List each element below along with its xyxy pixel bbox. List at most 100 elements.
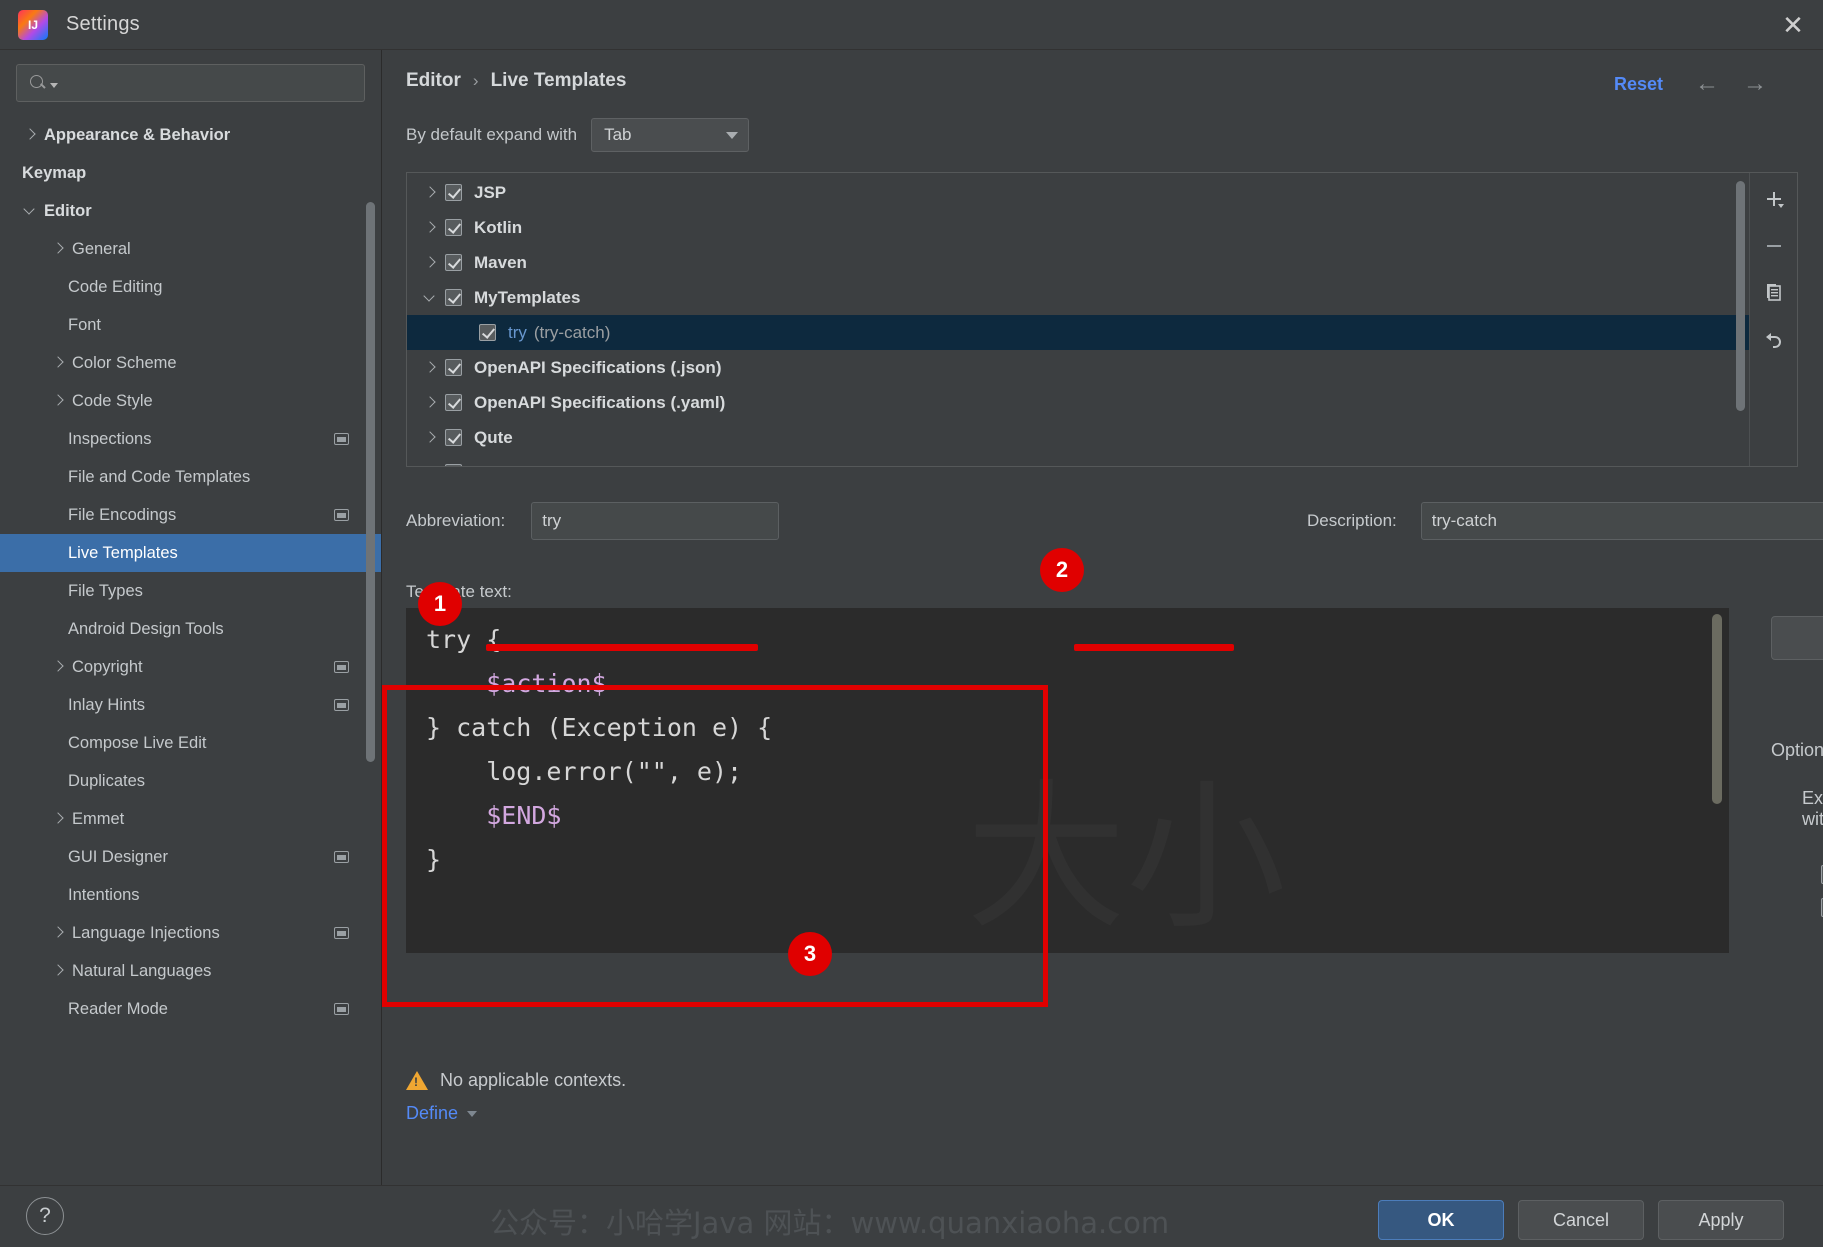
sidebar-item-file-encodings[interactable]: File Encodings [0,496,381,534]
cancel-button[interactable]: Cancel [1518,1200,1644,1240]
template-group-checkbox[interactable] [445,219,462,236]
ok-button[interactable]: OK [1378,1200,1504,1240]
sidebar-item-duplicates[interactable]: Duplicates [0,762,381,800]
settings-tree: Appearance & Behavior Keymap Editor General… [0,112,381,1028]
search-input[interactable] [58,74,364,92]
template-list-row[interactable]: Maven [407,245,1749,280]
template-list-toolbar [1749,173,1797,466]
template-group-checkbox[interactable] [445,359,462,376]
sidebar-item-emmet[interactable]: Emmet [0,800,381,838]
breadcrumb-parent[interactable]: Editor [406,70,461,92]
edit-variables-button[interactable]: Edit Variables... [1771,616,1823,660]
sidebar-item-label: File and Code Templates [68,467,251,486]
template-list-scrollbar-thumb[interactable] [1736,181,1745,411]
expand-with-row: Expand with Default (Tab) [1802,788,1823,830]
sidebar-item-label: Live Templates [68,543,178,562]
sidebar-item-font[interactable]: Font [0,306,381,344]
chevron-right-icon[interactable] [50,354,68,372]
chevron-right-icon[interactable] [50,392,68,410]
template-list-row[interactable]: React [407,455,1749,466]
duplicate-icon[interactable] [1759,277,1789,307]
reset-link[interactable]: Reset [1614,74,1663,95]
sidebar-item-android-design-tools[interactable]: Android Design Tools [0,610,381,648]
search-dropdown-caret-icon[interactable] [50,82,58,88]
default-expand-select[interactable]: Tab [591,118,750,152]
template-group-checkbox[interactable] [445,184,462,201]
chevron-right-icon[interactable] [50,658,68,676]
sidebar-item-language-injections[interactable]: Language Injections [0,914,381,952]
sidebar-item-appearance-behavior[interactable]: Appearance & Behavior [0,116,381,154]
template-group-checkbox[interactable] [479,324,496,341]
chevron-down-icon [726,131,739,139]
project-scope-icon [334,1003,349,1015]
chevron-right-icon[interactable] [421,358,441,378]
abbreviation-input[interactable] [531,502,780,540]
arrow-left-icon[interactable]: ← [1695,72,1719,96]
template-group-checkbox[interactable] [445,289,462,306]
chevron-down-icon[interactable] [22,202,40,220]
chevron-right-icon[interactable] [421,183,441,203]
define-link[interactable]: Define [406,1103,478,1124]
sidebar-item-code-editing[interactable]: Code Editing [0,268,381,306]
chevron-right-icon[interactable] [421,253,441,273]
apply-button[interactable]: Apply [1658,1200,1784,1240]
description-label: Description: [1307,511,1397,530]
template-list-row[interactable]: try (try-catch) [407,315,1749,350]
remove-icon[interactable] [1759,231,1789,261]
description-row: Description: [1307,502,1823,540]
sidebar-item-gui-designer[interactable]: GUI Designer [0,838,381,876]
sidebar-item-label: General [72,239,131,258]
sidebar-item-editor[interactable]: Editor [0,192,381,230]
help-button[interactable]: ? [26,1197,64,1235]
sidebar-item-keymap[interactable]: Keymap [0,154,381,192]
chevron-right-icon[interactable] [421,393,441,413]
chevron-right-icon[interactable] [50,924,68,942]
template-group-label: JSP [474,182,507,202]
template-group-checkbox[interactable] [445,464,462,466]
sidebar-item-color-scheme[interactable]: Color Scheme [0,344,381,382]
annotation-badge-2: 2 [1040,548,1084,592]
chevron-right-icon[interactable] [50,810,68,828]
chevron-right-icon[interactable] [50,962,68,980]
template-list-row[interactable]: Kotlin [407,210,1749,245]
sidebar-item-intentions[interactable]: Intentions [0,876,381,914]
template-group-checkbox[interactable] [445,429,462,446]
chevron-right-icon[interactable] [50,240,68,258]
sidebar-scrollbar-thumb[interactable] [366,202,375,762]
project-scope-icon [334,699,349,711]
template-group-checkbox[interactable] [445,254,462,271]
revert-icon[interactable] [1759,323,1789,353]
template-list-row[interactable]: Qute [407,420,1749,455]
description-input[interactable] [1420,502,1823,540]
template-list-row[interactable]: OpenAPI Specifications (.json) [407,350,1749,385]
chevron-right-icon[interactable] [421,463,441,467]
template-list-row[interactable]: MyTemplates [407,280,1749,315]
sidebar-item-live-templates[interactable]: Live Templates [0,534,381,572]
chevron-right-icon[interactable] [22,126,40,144]
sidebar-item-compose-live-edit[interactable]: Compose Live Edit [0,724,381,762]
search-box[interactable] [16,64,365,102]
add-icon[interactable] [1759,185,1789,215]
sidebar-item-inlay-hints[interactable]: Inlay Hints [0,686,381,724]
chevron-right-icon[interactable] [421,218,441,238]
sidebar-item-reader-mode[interactable]: Reader Mode [0,990,381,1028]
arrow-right-icon[interactable]: → [1743,72,1767,96]
chevron-right-icon[interactable] [421,428,441,448]
template-group-checkbox[interactable] [445,394,462,411]
editor-scrollbar-thumb[interactable] [1712,614,1722,804]
sidebar-item-code-style[interactable]: Code Style [0,382,381,420]
project-scope-icon [334,433,349,445]
template-list-row[interactable]: OpenAPI Specifications (.yaml) [407,385,1749,420]
sidebar-item-copyright[interactable]: Copyright [0,648,381,686]
close-icon[interactable]: ✕ [1763,0,1823,49]
sidebar-item-label: Language Injections [72,923,220,942]
chevron-down-icon[interactable] [421,288,441,308]
sidebar-item-natural-languages[interactable]: Natural Languages [0,952,381,990]
sidebar-item-general[interactable]: General [0,230,381,268]
sidebar-item-label: Natural Languages [72,961,212,980]
sidebar-item-file-types[interactable]: File Types [0,572,381,610]
sidebar-item-file-and-code-templates[interactable]: File and Code Templates [0,458,381,496]
template-list-row[interactable]: JSP [407,175,1749,210]
template-list[interactable]: JSP Kotlin Maven MyTemplates try (try-catch) O… [407,173,1749,466]
sidebar-item-inspections[interactable]: Inspections [0,420,381,458]
